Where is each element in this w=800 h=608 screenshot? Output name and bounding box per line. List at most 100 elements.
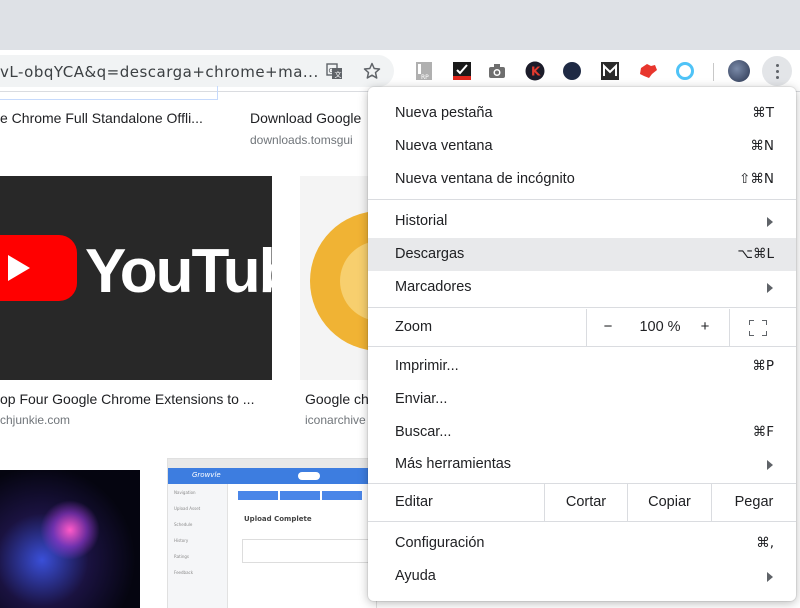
result-title[interactable]: e Chrome Full Standalone Offli... bbox=[0, 110, 203, 126]
vpn-extension-icon[interactable] bbox=[562, 61, 582, 81]
ring-extension-icon[interactable] bbox=[675, 61, 695, 81]
menu-item-shortcut: ⌘N bbox=[750, 138, 774, 154]
zoom-in-button[interactable]: + bbox=[696, 318, 714, 335]
gv-window-bar bbox=[168, 459, 376, 468]
svg-text:文: 文 bbox=[334, 70, 341, 79]
menu-item-label: Nueva ventana de incógnito bbox=[395, 171, 575, 187]
submenu-arrow-icon bbox=[767, 217, 773, 227]
gv-side-item: Schedule bbox=[174, 522, 193, 527]
svg-text:K: K bbox=[531, 65, 541, 79]
cut-button[interactable]: Cortar bbox=[544, 484, 627, 521]
svg-text:G: G bbox=[328, 67, 333, 75]
menu-item-marcadores[interactable]: Marcadores bbox=[368, 271, 796, 304]
chrome-menu-kebab-icon[interactable] bbox=[762, 56, 792, 86]
menu-item-label: Historial bbox=[395, 213, 448, 229]
gv-content-box bbox=[242, 539, 376, 563]
bookmark-star-icon[interactable] bbox=[363, 62, 381, 80]
url-text[interactable]: vL-obqYCA&q=descarga+chrome+ma... bbox=[0, 63, 319, 81]
selected-result-outline bbox=[0, 86, 218, 100]
menu-item-shortcut: ⌘P bbox=[752, 358, 774, 374]
camera-extension-icon[interactable] bbox=[487, 61, 507, 81]
menu-item-label: Nueva pestaña bbox=[395, 105, 493, 121]
zoom-out-button[interactable]: − bbox=[599, 318, 617, 335]
menu-item-shortcut: ⇧⌘N bbox=[739, 171, 774, 187]
submenu-arrow-icon bbox=[767, 460, 773, 470]
zoom-divider bbox=[586, 309, 587, 346]
menu-separator bbox=[368, 307, 796, 308]
menu-item-shortcut: ⌘T bbox=[752, 105, 774, 121]
result-source[interactable]: chjunkie.com bbox=[0, 413, 70, 427]
nebula-glow bbox=[40, 500, 100, 560]
gv-side-item: Feedback bbox=[174, 570, 194, 575]
gv-side-item: History bbox=[174, 538, 189, 543]
checklist-extension-icon[interactable] bbox=[452, 61, 472, 81]
menu-item-shortcut: ⌘, bbox=[756, 535, 774, 551]
puzzle-extension-icon[interactable] bbox=[638, 61, 658, 81]
k-extension-icon[interactable]: K bbox=[525, 61, 545, 81]
gv-side-item: Ratings bbox=[174, 554, 189, 559]
toolbar-divider bbox=[713, 63, 714, 81]
menu-item-nueva-ventana[interactable]: Nueva ventana ⌘N bbox=[368, 130, 796, 163]
gv-heading: Upload Complete bbox=[244, 515, 312, 523]
zoom-row: Zoom − 100 % + bbox=[368, 309, 796, 346]
menu-item-nueva-ventana-incognito[interactable]: Nueva ventana de incógnito ⇧⌘N bbox=[368, 163, 796, 196]
browser-window: vL-obqYCA&q=descarga+chrome+ma... G文 RP … bbox=[0, 0, 800, 608]
menu-item-label: Enviar... bbox=[395, 391, 448, 407]
youtube-thumbnail[interactable]: YouTube bbox=[0, 176, 329, 380]
menu-separator bbox=[368, 199, 796, 200]
gv-sidebar: Navigation Upload Asset Schedule History… bbox=[168, 484, 228, 608]
menu-separator bbox=[368, 346, 796, 347]
menu-item-ayuda[interactable]: Ayuda bbox=[368, 560, 796, 593]
menu-item-shortcut: ⌘F bbox=[752, 424, 774, 440]
zoom-divider bbox=[729, 309, 730, 346]
menu-item-enviar[interactable]: Enviar... bbox=[368, 383, 796, 416]
menu-item-label: Configuración bbox=[395, 535, 485, 551]
translate-icon[interactable]: G文 bbox=[325, 62, 343, 80]
gv-brand: Growvle bbox=[192, 471, 221, 479]
copy-button[interactable]: Copiar bbox=[627, 484, 711, 521]
result-source[interactable]: iconarchive bbox=[305, 413, 366, 427]
menu-item-nueva-pestana[interactable]: Nueva pestaña ⌘T bbox=[368, 97, 796, 130]
menu-item-label: Buscar... bbox=[395, 424, 452, 440]
result-title[interactable]: op Four Google Chrome Extensions to ... bbox=[0, 391, 254, 407]
m-extension-icon[interactable] bbox=[600, 61, 620, 81]
menu-item-configuracion[interactable]: Configuración ⌘, bbox=[368, 527, 796, 560]
edit-row: Editar Cortar Copiar Pegar bbox=[368, 484, 796, 521]
result-source[interactable]: downloads.tomsgui bbox=[250, 133, 353, 147]
fullscreen-icon[interactable] bbox=[749, 320, 767, 336]
paste-button[interactable]: Pegar bbox=[711, 484, 796, 521]
menu-separator bbox=[368, 521, 796, 522]
rp-extension-icon[interactable]: RP bbox=[414, 61, 434, 81]
gv-side-item: Upload Asset bbox=[174, 506, 201, 511]
gv-header-chip bbox=[298, 472, 320, 480]
menu-item-shortcut: ⌥⌘L bbox=[737, 246, 774, 262]
gv-side-item: Navigation bbox=[174, 490, 196, 495]
menu-item-label: Nueva ventana bbox=[395, 138, 493, 154]
chrome-main-menu: Nueva pestaña ⌘T Nueva ventana ⌘N Nueva … bbox=[368, 87, 796, 601]
growvle-screenshot-thumbnail[interactable]: Growvle Navigation Upload Asset Schedule… bbox=[167, 458, 377, 608]
address-bar[interactable]: vL-obqYCA&q=descarga+chrome+ma... G文 bbox=[0, 55, 394, 87]
menu-item-buscar[interactable]: Buscar... ⌘F bbox=[368, 416, 796, 449]
youtube-logo-text: YouTube bbox=[85, 237, 329, 306]
space-image-thumbnail[interactable] bbox=[0, 470, 140, 608]
result-title[interactable]: Google ch bbox=[305, 391, 369, 407]
tab-strip bbox=[0, 0, 800, 50]
submenu-arrow-icon bbox=[767, 283, 773, 293]
chrome-logo-thumbnail[interactable] bbox=[300, 176, 370, 380]
menu-item-mas-herramientas[interactable]: Más herramientas bbox=[368, 448, 796, 481]
result-title[interactable]: Download Google bbox=[250, 110, 361, 126]
svg-text:RP: RP bbox=[421, 74, 429, 81]
youtube-play-logo-icon bbox=[0, 235, 77, 301]
profile-avatar[interactable] bbox=[728, 60, 750, 82]
menu-item-descargas[interactable]: Descargas ⌥⌘L bbox=[368, 238, 796, 271]
zoom-level-value: 100 % bbox=[639, 319, 681, 335]
menu-item-imprimir[interactable]: Imprimir... ⌘P bbox=[368, 350, 796, 383]
menu-item-label: Imprimir... bbox=[395, 358, 459, 374]
zoom-label: Zoom bbox=[395, 319, 433, 335]
menu-item-historial[interactable]: Historial bbox=[368, 205, 796, 238]
menu-item-label: Más herramientas bbox=[395, 456, 512, 472]
menu-item-label: Ayuda bbox=[395, 568, 436, 584]
gv-breadcrumb bbox=[238, 491, 362, 500]
menu-item-label: Marcadores bbox=[395, 279, 472, 295]
gv-app-header: Growvle bbox=[168, 468, 376, 484]
